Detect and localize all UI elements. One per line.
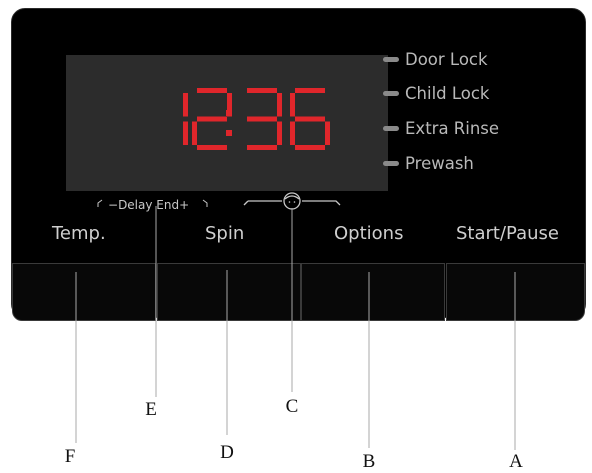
callout-e: E [145,399,157,420]
child-face-icon [283,192,301,210]
callout-c: C [285,396,299,417]
callout-f: F [64,446,76,467]
callout-d: D [220,442,234,463]
callout-a: A [509,451,523,472]
callout-b: B [362,451,376,472]
child-lock-symbol-lines [243,200,341,206]
delay-end-brackets [97,199,208,207]
